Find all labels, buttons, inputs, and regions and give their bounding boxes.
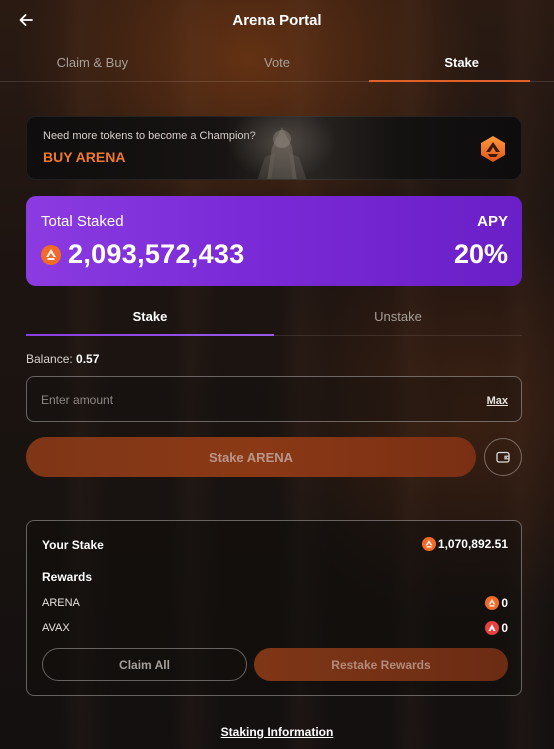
tab-claim-buy[interactable]: Claim & Buy xyxy=(0,44,185,81)
arena-token-icon xyxy=(421,537,436,551)
main-tabs: Claim & Buy Vote Stake xyxy=(0,44,554,82)
wallet-button[interactable] xyxy=(484,438,522,476)
arena-token-icon xyxy=(41,244,61,265)
buy-arena-banner[interactable]: Need more tokens to become a Champion? B… xyxy=(26,116,522,180)
wallet-icon xyxy=(496,451,510,463)
apy-value: 20% xyxy=(453,239,508,269)
buy-arena-link[interactable]: BUY ARENA xyxy=(43,149,125,165)
reward-name: AVAX xyxy=(42,622,70,634)
header: Arena Portal xyxy=(0,0,554,40)
promo-text: Need more tokens to become a Champion? xyxy=(43,130,256,142)
your-stake-value: 1,070,892.51 xyxy=(437,537,508,551)
reward-value-row: 0 xyxy=(485,596,508,610)
max-button[interactable]: Max xyxy=(487,395,508,407)
reward-row-avax: AVAX 0 xyxy=(42,621,508,635)
reward-value-row: 0 xyxy=(485,621,508,635)
your-stake-label: Your Stake xyxy=(42,538,104,552)
amount-field: Max xyxy=(26,376,522,422)
arrow-left-icon xyxy=(19,14,33,26)
total-staked-card: Total Staked APY 2,093,572,433 20% xyxy=(26,196,522,286)
tab-vote[interactable]: Vote xyxy=(185,44,370,81)
page-title: Arena Portal xyxy=(232,11,322,29)
stake-unstake-tabs: Stake Unstake xyxy=(26,298,522,336)
subtab-unstake[interactable]: Unstake xyxy=(274,298,522,335)
restake-rewards-button[interactable]: Restake Rewards xyxy=(254,648,508,681)
subtab-stake[interactable]: Stake xyxy=(26,298,274,336)
stake-arena-button[interactable]: Stake ARENA xyxy=(26,437,476,477)
total-staked-label: Total Staked xyxy=(41,213,124,230)
arena-logo-icon xyxy=(481,136,505,162)
total-staked-value: 2,093,572,433 xyxy=(68,239,245,269)
your-stake-value-row: 1,070,892.51 xyxy=(421,537,508,551)
reward-row-arena: ARENA 0 xyxy=(42,596,508,610)
balance-value: 0.57 xyxy=(76,352,100,366)
your-stake-panel: Your Stake 1,070,892.51 Rewards ARENA 0 … xyxy=(26,520,522,696)
champion-artwork xyxy=(227,117,337,179)
arena-token-icon xyxy=(485,596,500,610)
amount-input[interactable] xyxy=(41,389,421,411)
footer: Staking Information xyxy=(0,723,554,741)
reward-value: 0 xyxy=(501,596,508,610)
avax-token-icon xyxy=(485,621,500,635)
rewards-label: Rewards xyxy=(42,570,93,584)
tab-stake[interactable]: Stake xyxy=(369,44,554,82)
balance-label: Balance: xyxy=(26,352,73,366)
claim-all-button[interactable]: Claim All xyxy=(42,648,247,681)
staking-information-link[interactable]: Staking Information xyxy=(221,725,334,739)
balance: Balance: 0.57 xyxy=(26,352,99,366)
apy-label: APY xyxy=(477,213,508,230)
reward-name: ARENA xyxy=(42,597,80,609)
reward-value: 0 xyxy=(501,621,508,635)
back-button[interactable] xyxy=(14,8,38,32)
total-staked-row: 2,093,572,433 xyxy=(41,239,245,270)
